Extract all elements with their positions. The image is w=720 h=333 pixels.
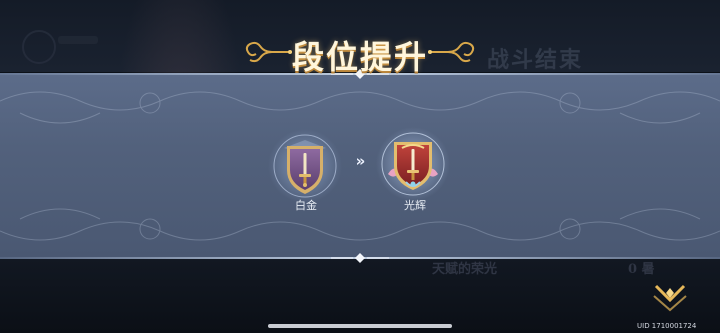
background-name-bar <box>58 36 98 44</box>
background-avatar <box>22 30 56 64</box>
home-indicator-bar[interactable] <box>268 324 452 328</box>
background-count: 0 暑 <box>628 262 655 277</box>
background-battle-end-title: 战斗结束 <box>487 47 584 73</box>
to-rank-label: 光辉 <box>404 199 426 212</box>
radiance-sword-shield-icon <box>376 127 450 201</box>
uid-label: UID 1710001724 <box>637 322 697 330</box>
title-area: 段位提升 <box>230 28 490 76</box>
background-talent-line: 天赋的荣光 <box>432 262 498 277</box>
promotion-arrows-icon: » <box>355 152 366 170</box>
platinum-sword-shield-icon <box>268 129 342 203</box>
background-bottom <box>0 258 720 333</box>
banner-bottom-ornament <box>331 253 389 263</box>
from-rank-label: 白金 <box>295 199 317 212</box>
chevron-down-confirm-icon[interactable] <box>650 278 690 314</box>
title-flourish-right-icon <box>428 41 475 63</box>
